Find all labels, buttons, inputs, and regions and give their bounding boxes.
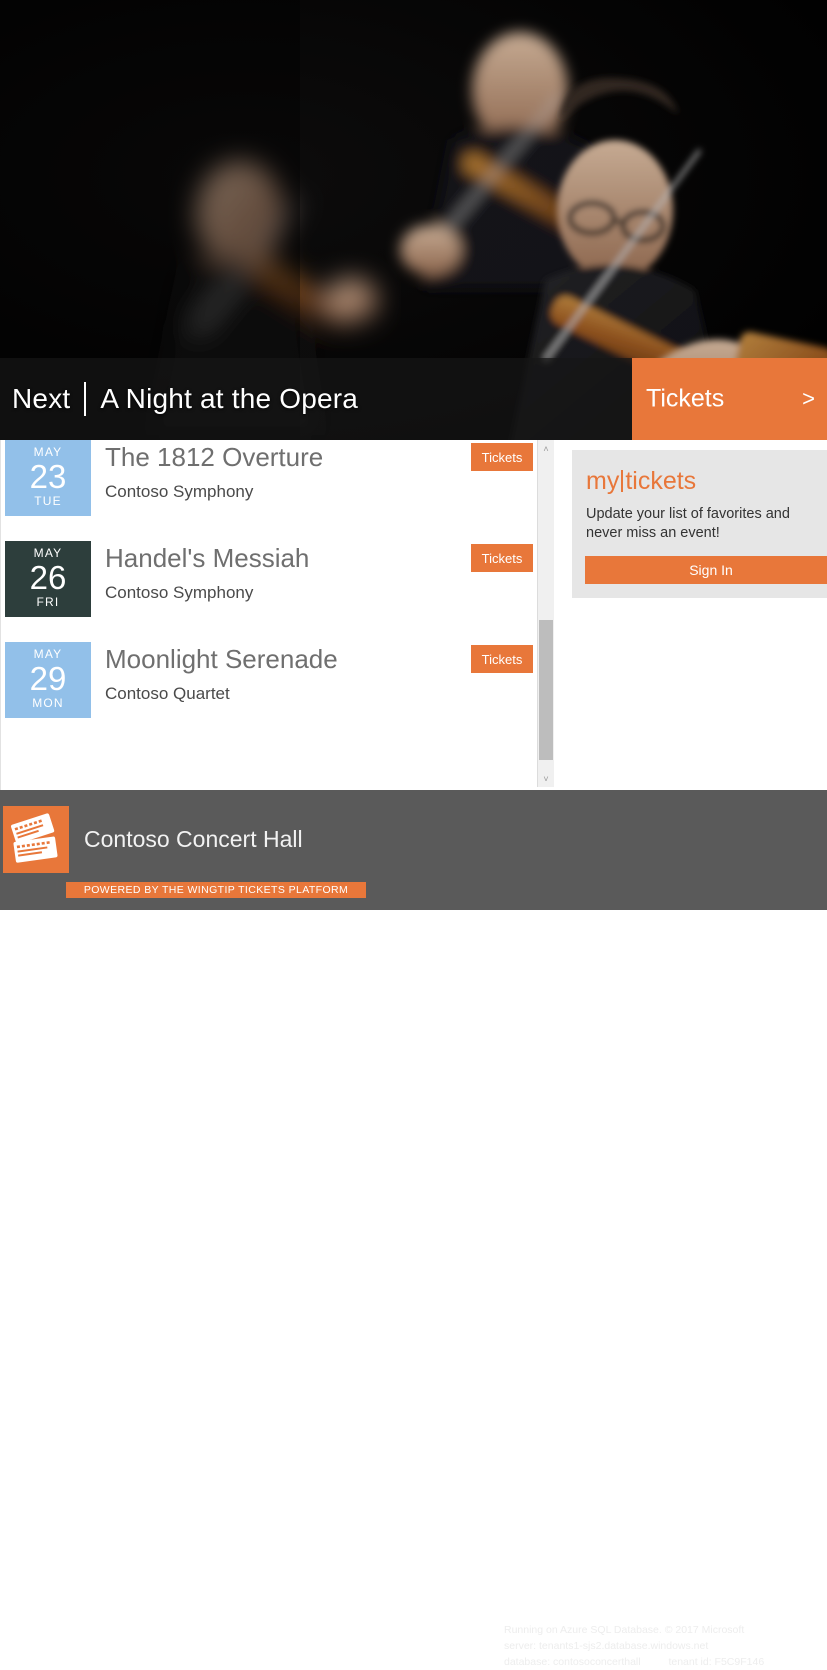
footer-database: database: contosoconcerthall <box>504 1656 641 1668</box>
date-day: 26 <box>29 559 67 596</box>
logo-divider-icon <box>621 470 624 492</box>
date-tile: MAY 26 FRI <box>5 541 91 617</box>
list-item[interactable]: MAY 26 FRI Handel's Messiah Contoso Symp… <box>1 541 540 642</box>
hero-next-label: Next <box>12 383 71 414</box>
scroll-up-arrow-icon[interactable]: ˄ <box>538 440 554 457</box>
event-tickets-button[interactable]: Tickets <box>471 645 533 673</box>
my-tickets-logo-my: my <box>586 467 620 495</box>
events-list-inner: MAY 20 SAT MAY 23 TUE The 1812 Overture … <box>1 440 540 743</box>
chevron-right-icon: > <box>802 386 815 411</box>
event-performer: Contoso Symphony <box>105 583 254 602</box>
my-tickets-logo: my tickets <box>586 466 820 496</box>
event-tickets-button[interactable]: Tickets <box>471 544 533 572</box>
date-dayofweek: TUE <box>34 494 62 508</box>
footer-meta: Running on Azure SQL Database. © 2017 Mi… <box>504 1622 764 1670</box>
date-dayofweek: MON <box>32 696 64 710</box>
date-month: MAY <box>33 445 63 459</box>
powered-by-banner[interactable]: POWERED BY THE WINGTIP TICKETS PLATFORM <box>66 882 366 898</box>
learn-more-link[interactable]: LEARN HOW TO BUILD A SAAS APP ON SQL DAT… <box>510 1598 827 1610</box>
event-performer: Contoso Quartet <box>105 684 230 703</box>
wingtip-tickets-page: Next A Night at the Opera Tickets > MAY … <box>0 0 827 1668</box>
list-item[interactable]: MAY 29 MON Moonlight Serenade Contoso Qu… <box>1 642 540 743</box>
hero-tickets-button[interactable]: Tickets > <box>632 358 827 440</box>
date-month: MAY <box>33 546 63 560</box>
events-list: MAY 20 SAT MAY 23 TUE The 1812 Overture … <box>0 440 540 790</box>
date-tile: MAY 23 TUE <box>5 440 91 516</box>
tickets-icon <box>3 806 69 873</box>
list-item[interactable]: MAY 23 TUE The 1812 Overture Contoso Sym… <box>1 440 540 541</box>
event-name: Handel's Messiah <box>105 543 310 573</box>
hero-banner: Next A Night at the Opera Tickets > <box>0 0 827 440</box>
event-name: Moonlight Serenade <box>105 644 338 674</box>
hero-overlay-bar: Next A Night at the Opera Tickets > <box>0 358 827 440</box>
sidebar: my tickets Update your list of favorites… <box>572 450 827 598</box>
date-month: MAY <box>33 647 63 661</box>
hero-divider <box>84 382 87 416</box>
footer-running-on: Running on Azure SQL Database. © 2017 Mi… <box>504 1624 745 1636</box>
scroll-down-arrow-icon[interactable]: ˅ <box>538 770 554 787</box>
main-content: MAY 20 SAT MAY 23 TUE The 1812 Overture … <box>0 440 827 790</box>
event-tickets-button[interactable]: Tickets <box>471 443 533 471</box>
hero-event-title: A Night at the Opera <box>100 383 359 414</box>
date-day: 23 <box>29 458 67 495</box>
hero-tickets-label: Tickets <box>646 384 725 413</box>
my-tickets-logo-tickets: tickets <box>625 467 697 495</box>
footer-database-line: database: contosoconcerthall tenant id: … <box>504 1654 764 1670</box>
footer-server: server: tenants1-sjs2.database.windows.n… <box>504 1640 709 1652</box>
my-tickets-description: Update your list of favorites and never … <box>586 506 790 541</box>
sign-in-button[interactable]: Sign In <box>585 556 827 584</box>
hero-headline: Next A Night at the Opera <box>12 358 358 440</box>
footer-tenant-id: tenant id: F5C9F146 <box>668 1656 765 1668</box>
date-day: 29 <box>29 660 67 697</box>
scrollbar-thumb[interactable] <box>539 620 553 760</box>
date-dayofweek: FRI <box>36 595 60 609</box>
event-performer: Contoso Symphony <box>105 482 254 501</box>
venue-name: Contoso Concert Hall <box>84 826 303 852</box>
my-tickets-card: my tickets Update your list of favorites… <box>572 450 827 598</box>
date-tile: MAY 29 MON <box>5 642 91 718</box>
event-name: The 1812 Overture <box>105 442 324 472</box>
events-scrollbar[interactable]: ˄ ˅ <box>537 440 554 787</box>
